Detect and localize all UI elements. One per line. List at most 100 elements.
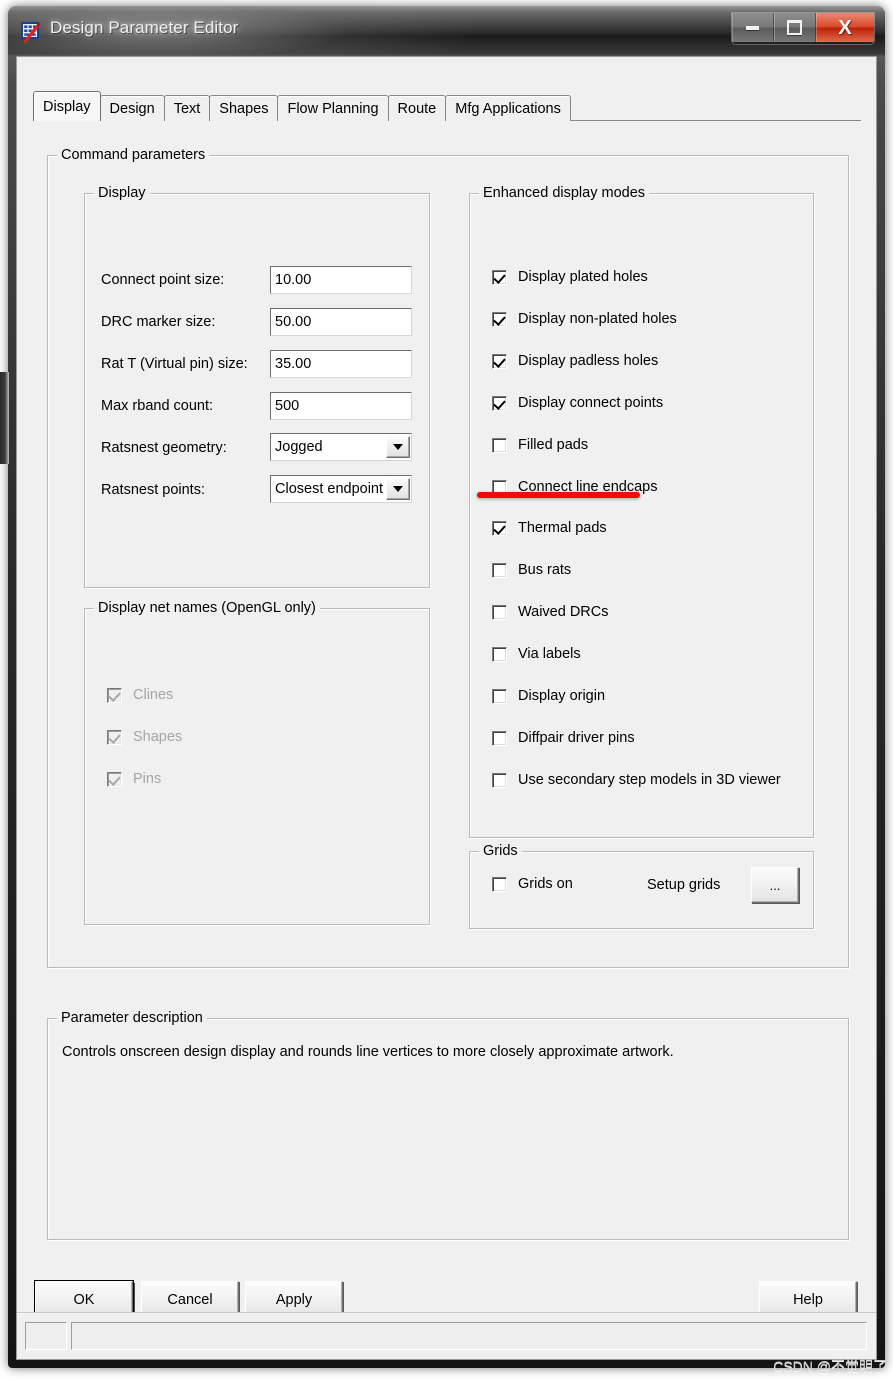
tab-label: Design: [109, 100, 155, 117]
checkbox-label: Thermal pads: [518, 520, 607, 536]
tab-text[interactable]: Text: [163, 95, 211, 121]
setup-grids-label: Setup grids: [647, 877, 721, 893]
ratsnest-geometry-value: Jogged: [275, 439, 323, 455]
display-group: Display: [84, 185, 430, 588]
tab-route[interactable]: Route: [387, 95, 447, 121]
checkbox-display-origin[interactable]: Display origin: [492, 688, 605, 704]
window-title: Design Parameter Editor: [50, 18, 239, 37]
checkbox-display-connect-points[interactable]: Display connect points: [492, 395, 663, 411]
checkbox-icon: [492, 646, 507, 662]
checkbox-bus-rats[interactable]: Bus rats: [492, 562, 571, 578]
checkbox-filled-pads[interactable]: Filled pads: [492, 437, 588, 453]
minimize-button[interactable]: [732, 13, 774, 42]
maximize-icon: [787, 20, 802, 35]
checkbox-label: Use secondary step models in 3D viewer: [518, 772, 781, 788]
display-net-names-group: Display net names (OpenGL only): [84, 600, 430, 925]
checkbox-pins[interactable]: Pins: [107, 771, 161, 787]
max-rband-count-label: Max rband count:: [101, 398, 214, 414]
app-icon: [21, 22, 41, 43]
window-edge-artifact: [0, 372, 9, 464]
status-pane-main: [71, 1322, 867, 1350]
parameter-description-legend: Parameter description: [57, 1010, 207, 1026]
maximize-button[interactable]: [774, 13, 816, 42]
checkbox-icon: [492, 688, 507, 704]
tab-label: Text: [173, 100, 201, 117]
checkbox-icon: [107, 687, 122, 703]
checkbox-icon: [492, 730, 507, 746]
checkbox-label: Display padless holes: [518, 353, 659, 369]
parameter-description-group: Parameter description Controls onscreen …: [47, 1010, 849, 1240]
checkbox-label: Bus rats: [518, 562, 572, 578]
checkbox-icon: [492, 772, 507, 788]
checkbox-label: Waived DRCs: [518, 604, 609, 620]
checkbox-icon: [492, 876, 507, 892]
tab-label: Shapes: [219, 100, 269, 117]
status-pane-left: [25, 1322, 67, 1350]
checkbox-icon: [107, 771, 122, 787]
red-annotation-underline: [477, 492, 640, 498]
checkbox-clines[interactable]: Clines: [107, 687, 173, 703]
tab-design[interactable]: Design: [99, 95, 165, 121]
checkbox-icon: [492, 353, 507, 369]
checkbox-icon: [492, 311, 507, 327]
csdn-watermark: CSDN @不觉明了: [773, 1358, 887, 1374]
connect-point-size-input[interactable]: 10.00: [270, 266, 412, 294]
window-controls: X: [731, 12, 875, 45]
checkbox-label: Diffpair driver pins: [518, 730, 635, 746]
tab-flow-planning[interactable]: Flow Planning: [277, 95, 389, 121]
tab-shapes[interactable]: Shapes: [209, 95, 279, 121]
checkbox-label: Display plated holes: [518, 269, 648, 285]
checkbox-icon: [492, 604, 507, 620]
application-window: Design Parameter Editor X Display Design…: [8, 6, 885, 1368]
checkbox-display-padless-holes[interactable]: Display padless holes: [492, 353, 658, 369]
ratsnest-points-label: Ratsnest points:: [101, 482, 205, 498]
tab-label: Display: [43, 98, 91, 115]
rat-t-size-label: Rat T (Virtual pin) size:: [101, 356, 248, 372]
max-rband-count-input[interactable]: 500: [270, 392, 412, 420]
checkbox-icon: [492, 395, 507, 411]
dialog-client-area: Display Design Text Shapes Flow Planning…: [16, 56, 877, 1360]
enhanced-display-modes-legend: Enhanced display modes: [479, 185, 650, 201]
checkbox-label: Pins: [133, 771, 162, 787]
checkbox-label: Filled pads: [518, 437, 589, 453]
drc-marker-size-input[interactable]: 50.00: [270, 308, 412, 336]
setup-grids-button[interactable]: ...: [751, 867, 799, 903]
tab-display[interactable]: Display: [33, 91, 101, 121]
checkbox-thermal-pads[interactable]: Thermal pads: [492, 520, 607, 536]
checkbox-label: Grids on: [518, 876, 573, 892]
tab-label: Route: [397, 100, 437, 117]
checkbox-icon: [492, 520, 507, 536]
checkbox-display-plated-holes[interactable]: Display plated holes: [492, 269, 648, 285]
rat-t-size-input[interactable]: 35.00: [270, 350, 412, 378]
checkbox-icon: [492, 562, 507, 578]
ratsnest-geometry-label: Ratsnest geometry:: [101, 440, 227, 456]
checkbox-diffpair-driver-pins[interactable]: Diffpair driver pins: [492, 730, 635, 746]
chevron-down-icon[interactable]: [386, 478, 410, 500]
checkbox-label: Shapes: [133, 729, 183, 745]
tabstrip: Display Design Text Shapes Flow Planning…: [33, 91, 571, 121]
checkbox-icon: [107, 729, 122, 745]
minimize-icon: [746, 25, 759, 30]
tab-label: Mfg Applications: [455, 100, 561, 117]
checkbox-icon: [492, 437, 507, 453]
checkbox-label: Display connect points: [518, 395, 664, 411]
display-net-names-legend: Display net names (OpenGL only): [94, 600, 320, 616]
tab-mfg-applications[interactable]: Mfg Applications: [445, 95, 571, 121]
parameter-description-text: Controls onscreen design display and rou…: [62, 1044, 674, 1060]
ratsnest-points-select[interactable]: Closest endpoint: [270, 475, 412, 503]
checkbox-via-labels[interactable]: Via labels: [492, 646, 581, 662]
grids-group-legend: Grids: [479, 843, 522, 859]
checkbox-shapes[interactable]: Shapes: [107, 729, 182, 745]
close-button[interactable]: X: [816, 13, 874, 42]
checkbox-label: Via labels: [518, 646, 581, 662]
drc-marker-size-label: DRC marker size:: [101, 314, 216, 330]
status-bar: [17, 1312, 876, 1359]
checkbox-display-non-plated-holes[interactable]: Display non-plated holes: [492, 311, 677, 327]
checkbox-use-secondary-step-models[interactable]: Use secondary step models in 3D viewer: [492, 772, 781, 788]
checkbox-waived-drcs[interactable]: Waived DRCs: [492, 604, 609, 620]
checkbox-grids-on[interactable]: Grids on: [492, 876, 573, 892]
chevron-down-icon[interactable]: [386, 436, 410, 458]
ratsnest-geometry-select[interactable]: Jogged: [270, 433, 412, 461]
ratsnest-points-value: Closest endpoint: [275, 481, 384, 497]
command-parameters-legend: Command parameters: [57, 147, 210, 163]
